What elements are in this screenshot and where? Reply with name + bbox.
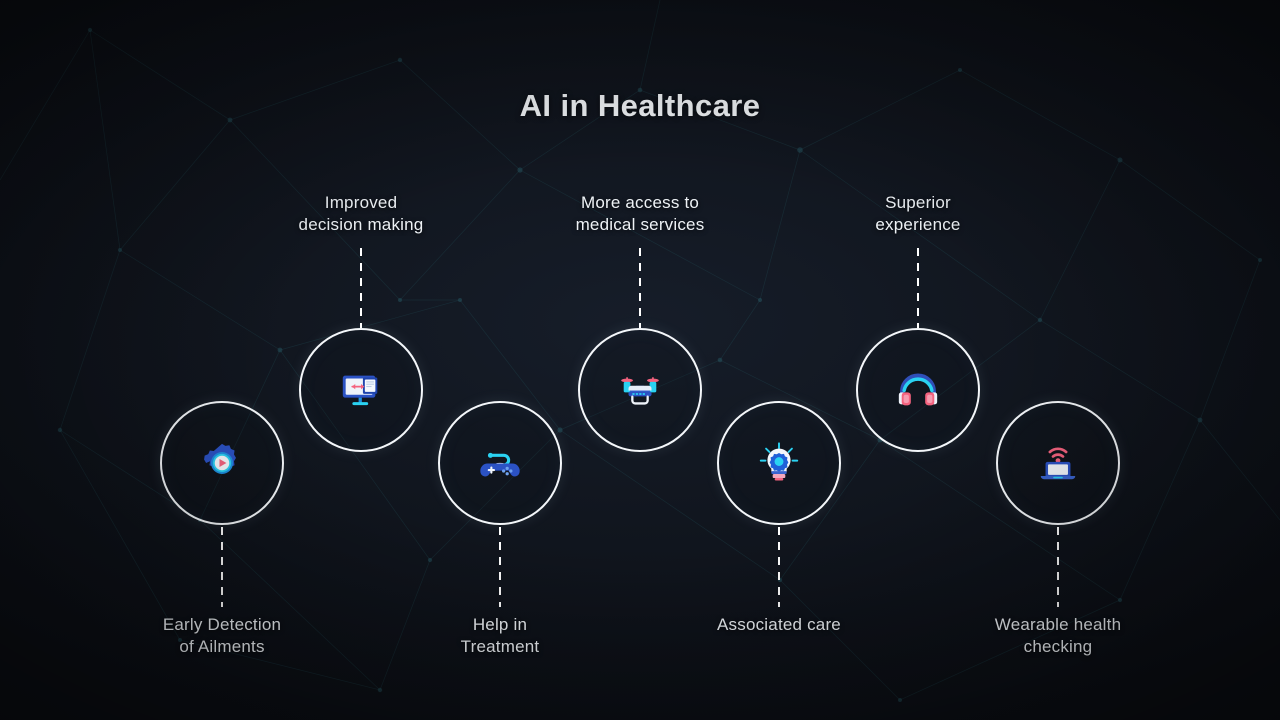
monitor-measure-icon	[338, 367, 384, 413]
laptop-wifi-icon	[1035, 440, 1081, 486]
gear-play-icon	[199, 440, 245, 486]
connector-line-early-detection	[221, 527, 223, 607]
drone-icon	[617, 367, 663, 413]
headphones-icon	[895, 367, 941, 413]
connector-line-improved-decision-making	[360, 248, 362, 328]
infographic-canvas: AI in Healthcare Early Detection of Ailm…	[0, 0, 1280, 720]
node-label-wearable-health-checking: Wearable health checking	[994, 615, 1122, 656]
connector-line-help-in-treatment	[499, 527, 501, 607]
connector-line-more-access-medical-services	[639, 248, 641, 328]
node-label-early-detection: Early Detection of Ailments	[162, 615, 282, 656]
lightbulb-gear-icon	[756, 440, 802, 486]
node-label-associated-care: Associated care	[717, 615, 841, 634]
connector-line-associated-care	[778, 527, 780, 607]
connector-line-superior-experience	[917, 248, 919, 328]
node-label-superior-experience: Superior experience	[875, 193, 961, 234]
node-label-improved-decision-making: Improved decision making	[298, 193, 424, 234]
connector-line-wearable-health-checking	[1057, 527, 1059, 607]
gamepad-icon	[477, 440, 523, 486]
node-label-help-in-treatment: Help in Treatment	[460, 615, 540, 656]
node-label-more-access-medical-services: More access to medical services	[575, 193, 705, 234]
page-title: AI in Healthcare	[519, 88, 761, 123]
